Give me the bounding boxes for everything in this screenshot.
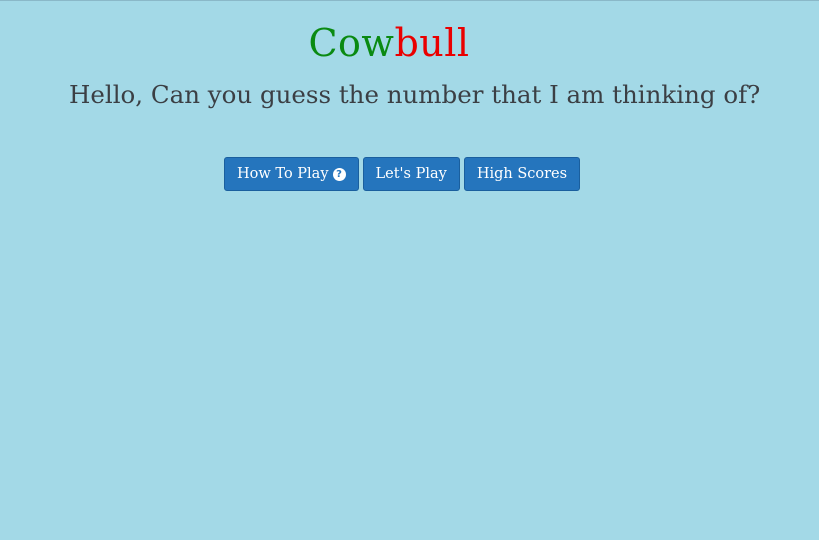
question-circle-icon: ? <box>332 167 346 181</box>
how-to-play-button[interactable]: How To Play ? <box>224 157 359 191</box>
lets-play-button[interactable]: Let's Play <box>362 157 460 191</box>
how-to-play-label: How To Play <box>237 166 329 182</box>
lets-play-label: Let's Play <box>375 166 447 182</box>
high-scores-label: High Scores <box>476 166 568 182</box>
action-buttons: How To Play ? Let's Play High Scores <box>224 157 581 191</box>
tagline: Hello, Can you guess the number that I a… <box>69 80 761 109</box>
title-cow: Cow <box>308 21 395 65</box>
title-bull: bull <box>394 21 470 65</box>
app-title: Cowbull <box>0 21 778 65</box>
high-scores-button[interactable]: High Scores <box>463 157 581 191</box>
